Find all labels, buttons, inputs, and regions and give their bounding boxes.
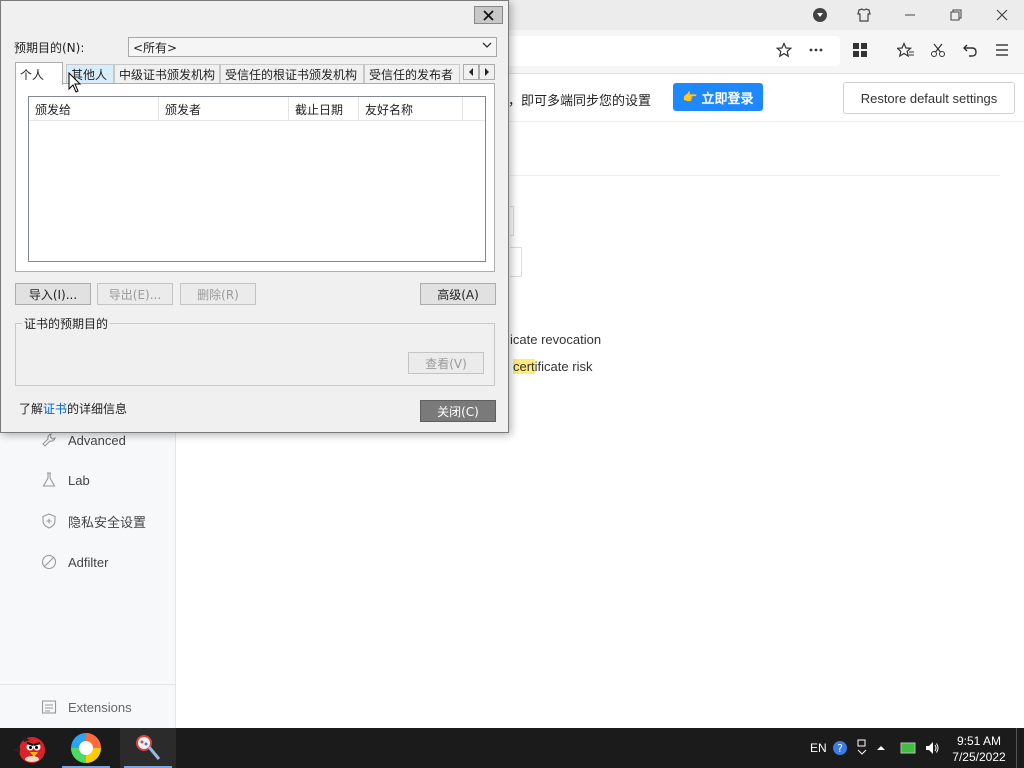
help-icon[interactable]: ? [832,728,848,768]
sidebar-item-label: Adfilter [68,554,109,570]
chevron-right-icon [485,68,489,76]
tab-trusted-publishers[interactable]: 受信任的发布者 [364,64,460,84]
section-divider [510,175,1000,176]
sidebar-item-lab[interactable]: Lab [40,468,90,492]
personal-tab-panel: 颁发给 颁发者 截止日期 友好名称 [15,83,495,272]
learn-suffix: 的详细信息 [67,402,128,416]
browser-logo-icon [71,733,101,763]
menu-icon[interactable] [990,38,1014,62]
sidebar-divider [0,684,176,685]
shield-icon [40,512,58,530]
certificate-purposes-group: 证书的预期目的 查看(V) [15,315,495,386]
account-icon[interactable] [806,3,834,27]
column-issued-to[interactable]: 颁发给 [29,97,77,121]
certificate-list-header: 颁发给 颁发者 截止日期 友好名称 [29,97,485,121]
chevron-left-icon [469,68,473,76]
import-button[interactable]: 导入(I)... [15,283,91,305]
volume-icon[interactable] [924,728,940,768]
tab-trusted-root-ca[interactable]: 受信任的根证书颁发机构 [220,64,364,84]
dialog-close-button[interactable] [474,6,503,24]
login-button-label: 立即登录 [701,90,754,106]
chevron-up-icon[interactable] [876,728,886,768]
intended-purpose-label: 预期目的(N): [14,41,85,55]
flask-icon [40,471,58,489]
scissors-icon[interactable] [926,38,950,62]
clock-time: 9:51 AM [956,734,1002,748]
sidebar-item-label: Lab [68,472,90,488]
sidebar-item-extensions[interactable]: Extensions [40,695,132,719]
taskbar: EN ? 9:51 AM 7/25/2022 [0,728,1024,768]
column-spacer [77,97,159,121]
sidebar-item-label: Extensions [68,699,132,715]
export-button[interactable]: 导出(E)... [97,283,173,305]
paint-tool-icon [136,735,161,760]
intended-purpose-select[interactable]: <所有> [128,37,497,57]
show-desktop-button[interactable] [1016,728,1024,768]
sync-text: ，即可多端同步您的设置 [508,93,652,108]
language-indicator[interactable]: EN [810,728,827,768]
chevron-down-icon [482,40,492,53]
tab-scroll-left-button[interactable] [463,64,479,80]
certificates-dialog: 预期目的(N): <所有> 个人 其他人 中级证书颁发机构 受信任的根证书颁发机… [0,0,509,433]
system-clock[interactable]: 9:51 AM 7/25/2022 [948,733,1010,765]
skin-icon[interactable] [850,3,878,27]
more-icon[interactable] [804,38,828,62]
column-friendly-name[interactable]: 友好名称 [359,97,463,121]
sidebar-item-adfilter[interactable]: Adfilter [40,550,108,574]
highlight-text: cert [513,359,535,374]
option-certificate-risk: certificate risk [513,359,592,374]
battery-icon[interactable] [900,728,916,768]
svg-text:?: ? [837,742,843,755]
taskbar-app-tool[interactable] [120,728,176,768]
advanced-button[interactable]: 高级(A) [420,283,496,305]
intended-purpose-value: <所有> [133,40,178,55]
sidebar-item-label: 隐私安全设置 [68,514,147,530]
grid-icon[interactable] [848,38,872,62]
close-icon [483,9,494,21]
block-icon [40,553,58,571]
column-expiration-date[interactable]: 截止日期 [289,97,359,121]
taskbar-app-angry-birds[interactable] [0,728,56,768]
clock-date: 7/25/2022 [952,750,1006,764]
sidebar-item-label: Advanced [68,432,126,448]
remove-button[interactable]: 删除(R) [180,283,256,305]
certificate-tabs: 个人 其他人 中级证书颁发机构 受信任的根证书颁发机构 受信任的发布者 [15,62,495,85]
pointing-hand-icon: 👉 [682,90,698,104]
favorites-icon[interactable] [894,38,918,62]
extensions-icon [40,698,58,716]
restore-icon[interactable] [942,3,970,27]
setting-field[interactable] [510,206,514,236]
minimize-icon[interactable] [896,3,924,27]
wrench-icon [40,431,58,449]
star-icon[interactable] [772,38,796,62]
undo-icon[interactable] [958,38,982,62]
taskbar-app-browser[interactable] [58,728,114,768]
certificates-link[interactable]: 证书 [43,402,67,416]
certificate-purposes-title: 证书的预期目的 [22,315,111,332]
dialog-close-text-button[interactable]: 关闭(C) [420,400,496,422]
ime-icon[interactable] [856,728,868,768]
sidebar-item-privacy[interactable]: 隐私安全设置 [40,509,146,533]
learn-more-text: 了解证书的详细信息 [19,400,127,417]
column-issued-by[interactable]: 颁发者 [159,97,289,121]
login-button[interactable]: 👉 立即登录 [673,83,763,111]
close-icon[interactable] [988,3,1016,27]
tab-scroll-right-button[interactable] [479,64,495,80]
tab-personal[interactable]: 个人 [15,62,63,85]
angry-bird-icon [12,736,45,763]
option-certificate-revocation: icate revocation [510,332,602,347]
mouse-cursor-icon [68,72,82,93]
setting-field[interactable] [510,247,522,277]
view-button[interactable]: 查看(V) [408,352,484,374]
restore-default-button[interactable]: Restore default settings [843,82,1015,114]
option-risk-text: ificate risk [534,359,593,374]
certificate-list[interactable]: 颁发给 颁发者 截止日期 友好名称 [28,96,486,262]
learn-prefix: 了解 [19,402,44,416]
tab-intermediate-ca[interactable]: 中级证书颁发机构 [114,64,220,84]
